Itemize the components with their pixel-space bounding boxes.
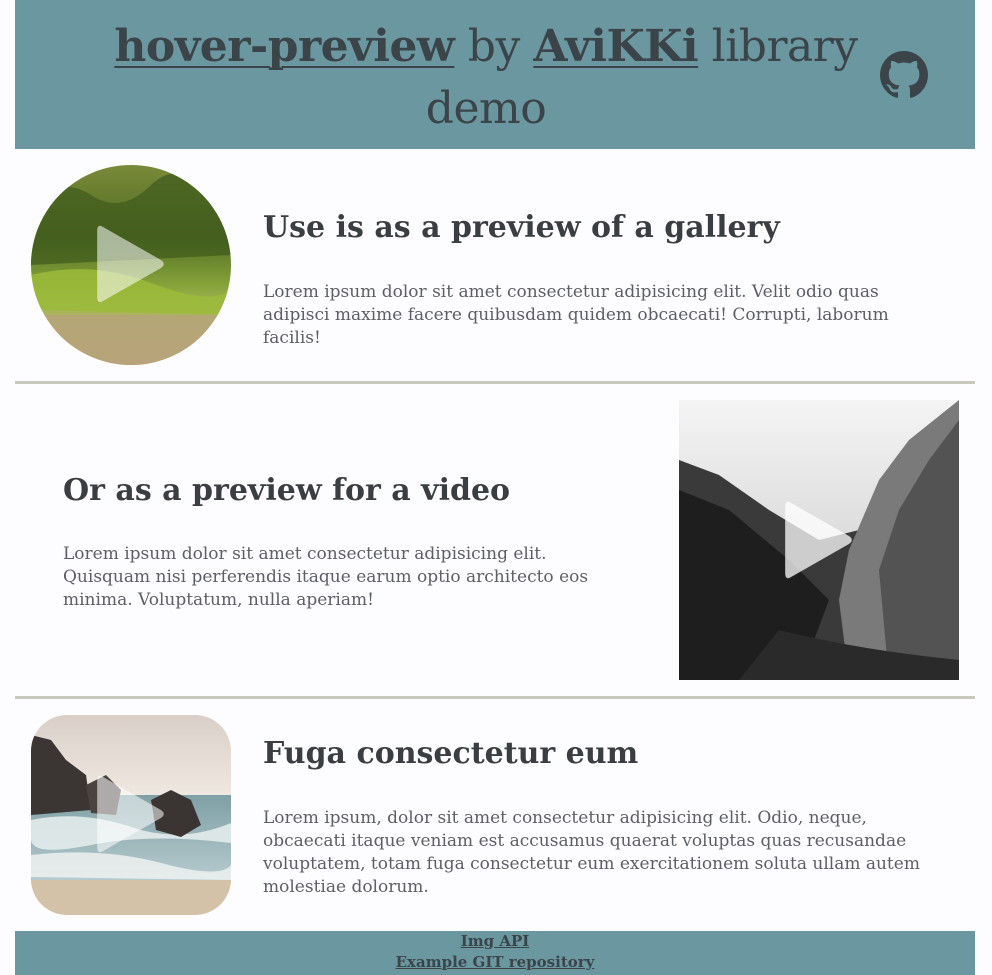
video-section: Or as a preview for a video Lorem ipsum … [15, 384, 975, 696]
git-repository-link[interactable]: Example GIT repository [15, 952, 975, 973]
gallery-section-text: Lorem ipsum dolor sit amet consectetur a… [263, 282, 889, 348]
beach-section: Fuga consectetur eum Lorem ipsum, dolor … [15, 699, 975, 931]
title-by-text: by [454, 21, 534, 72]
beach-preview-thumbnail[interactable] [31, 715, 231, 915]
footer: Img API Example GIT repository [15, 931, 975, 975]
github-icon[interactable] [880, 51, 928, 99]
header: hover-preview by AviKKi library demo [15, 0, 975, 149]
play-icon [97, 225, 164, 303]
hover-preview-link[interactable]: hover-preview [114, 21, 454, 72]
play-icon [97, 775, 164, 853]
beach-section-text: Lorem ipsum, dolor sit amet consectetur … [263, 808, 920, 897]
page: hover-preview by AviKKi library demo Use… [0, 0, 992, 975]
video-preview-thumbnail[interactable] [679, 400, 959, 680]
video-section-title: Or as a preview for a video [63, 473, 511, 508]
author-link[interactable]: AviKKi [533, 21, 698, 72]
gallery-preview-thumbnail[interactable] [31, 165, 231, 365]
gallery-section-title: Use is as a preview of a gallery [263, 210, 780, 245]
play-icon [785, 501, 852, 579]
beach-section-title: Fuga consectetur eum [263, 736, 639, 771]
img-api-link[interactable]: Img API [15, 931, 975, 952]
page-title: hover-preview by AviKKi library demo [70, 16, 902, 140]
video-section-text: Lorem ipsum dolor sit amet consectetur a… [63, 544, 589, 610]
gallery-section: Use is as a preview of a gallery Lorem i… [15, 149, 975, 381]
